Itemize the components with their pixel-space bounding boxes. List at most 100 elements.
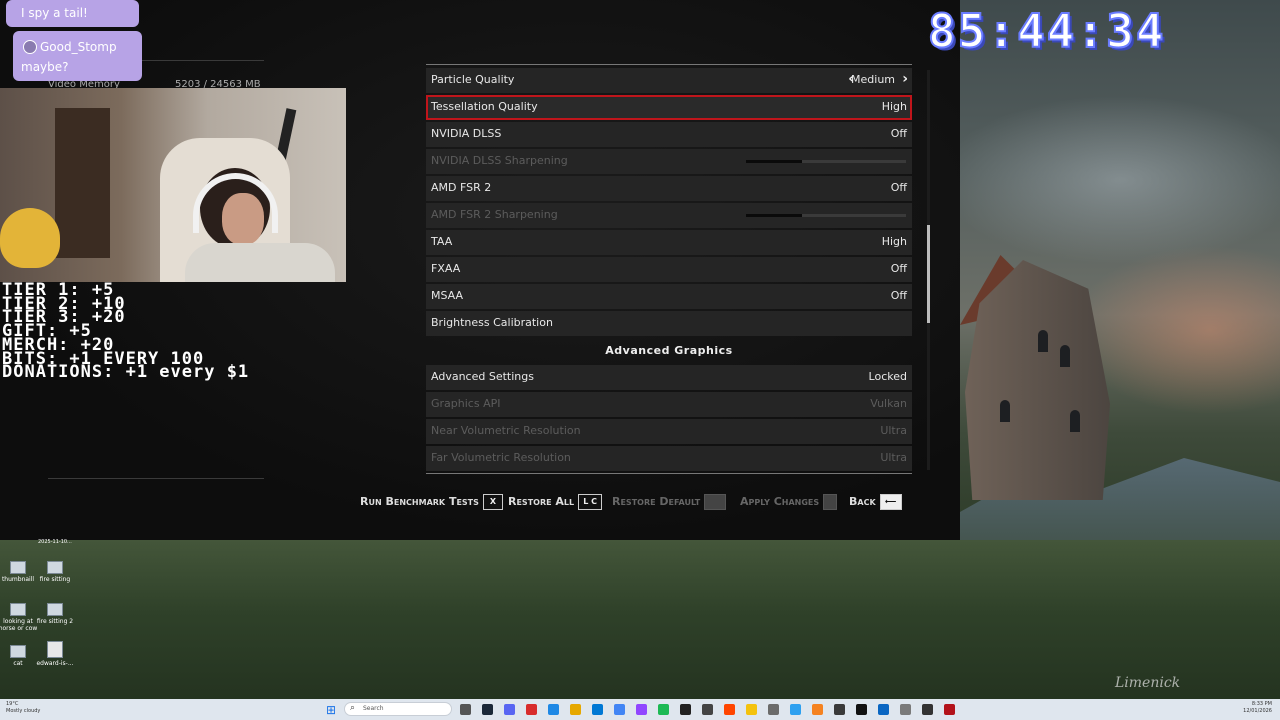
setting-row-advanced-settings[interactable]: Advanced Settings Locked (426, 365, 912, 390)
house-window (1070, 410, 1080, 432)
subathon-timer: 85:44:34 (927, 3, 1166, 59)
setting-row-taa[interactable]: TAA High (426, 230, 912, 255)
key-hint-lc: L C (578, 494, 603, 510)
setting-row-particle-quality[interactable]: Particle Quality ‹ Medium › (426, 68, 912, 93)
weather-temp: 19°C (6, 701, 19, 707)
setting-label: Tessellation Quality (431, 100, 538, 113)
run-benchmark-button[interactable]: Run Benchmark Tests X (360, 494, 503, 510)
setting-row-fsr-sharpening[interactable]: AMD FSR 2 Sharpening (426, 203, 912, 228)
system-clock[interactable]: 8:33 PM 12/01/2026 (1243, 701, 1272, 715)
spotify-icon[interactable] (658, 704, 669, 715)
slider-fill (746, 160, 802, 163)
run-benchmark-label: Run Benchmark Tests (360, 495, 479, 508)
app-icon[interactable] (526, 704, 537, 715)
desktop-icon-label: cat (13, 660, 23, 667)
sub-goal-donations: DONATIONS: +1 every $1 (2, 362, 250, 383)
apply-changes-button[interactable]: Apply Changes (740, 494, 838, 510)
app-icon[interactable] (724, 704, 735, 715)
taskbar-search[interactable]: ⌕ Search (344, 702, 452, 716)
back-button[interactable]: Back ⟵ (849, 494, 902, 510)
app-icon[interactable] (878, 704, 889, 715)
key-hint-x: X (482, 494, 503, 510)
chat-text: maybe? (21, 60, 69, 74)
setting-label: Brightness Calibration (431, 316, 553, 329)
chat-message: I spy a tail! (6, 0, 139, 27)
task-view-icon[interactable] (460, 704, 471, 715)
weather-widget[interactable]: 19°C Mostly cloudy (6, 701, 40, 715)
menu-bottom-divider (426, 473, 912, 474)
desktop-icon[interactable]: fire sitting 2 (32, 603, 78, 625)
store-icon[interactable] (592, 704, 603, 715)
streamer-body (185, 243, 335, 282)
steam-icon[interactable] (482, 704, 493, 715)
obs-icon[interactable] (702, 704, 713, 715)
wallpaper-garden (0, 540, 1280, 700)
sharpening-slider[interactable] (746, 214, 906, 217)
desktop-icon-label: fire sitting (39, 576, 71, 583)
setting-label: TAA (431, 235, 453, 248)
menu-top-divider (426, 64, 912, 65)
desktop-icon-label: edward-is-... (36, 660, 74, 667)
setting-row-far-volumetric-resolution[interactable]: Far Volumetric Resolution Ultra (426, 446, 912, 471)
setting-label: Graphics API (431, 397, 501, 410)
folder-icon[interactable] (570, 704, 581, 715)
app-icon[interactable] (812, 704, 823, 715)
setting-value: Ultra (880, 451, 907, 464)
webcam-feed (0, 88, 346, 282)
app-icon[interactable] (834, 704, 845, 715)
divider (48, 478, 264, 479)
setting-row-near-volumetric-resolution[interactable]: Near Volumetric Resolution Ultra (426, 419, 912, 444)
chevron-right-icon[interactable]: › (902, 71, 908, 87)
setting-value: Off (890, 181, 907, 194)
chat-message: Good_Stomp maybe? (13, 31, 142, 81)
discord-icon[interactable] (504, 704, 515, 715)
setting-value: Locked (868, 370, 907, 383)
app-icon[interactable] (856, 704, 867, 715)
chrome-icon[interactable] (614, 704, 625, 715)
setting-label: AMD FSR 2 Sharpening (431, 208, 558, 221)
rdr2-icon[interactable] (944, 704, 955, 715)
avatar (23, 40, 37, 54)
clock-date: 12/01/2026 (1243, 708, 1272, 714)
desktop-icon[interactable]: edward-is-... (32, 641, 78, 667)
house-window (1060, 345, 1070, 367)
setting-row-graphics-api[interactable]: Graphics API Vulkan (426, 392, 912, 417)
setting-row-nvidia-dlss[interactable]: NVIDIA DLSS Off (426, 122, 912, 147)
back-label: Back (849, 495, 876, 508)
setting-value: Vulkan (870, 397, 907, 410)
image-file-icon (10, 645, 26, 658)
setting-label: Near Volumetric Resolution (431, 424, 581, 437)
setting-row-tessellation-quality[interactable]: Tessellation Quality High (426, 95, 912, 120)
setting-row-dlss-sharpening[interactable]: NVIDIA DLSS Sharpening (426, 149, 912, 174)
windows-start-icon[interactable]: ⊞ (326, 703, 336, 717)
setting-label: Particle Quality (431, 73, 515, 86)
slider-fill (746, 214, 802, 217)
setting-value: High (881, 235, 907, 248)
setting-row-brightness-calibration[interactable]: Brightness Calibration (426, 311, 912, 336)
tiktok-icon[interactable] (680, 704, 691, 715)
scrollbar-thumb[interactable] (927, 225, 930, 323)
twitch-icon[interactable] (636, 704, 647, 715)
app-icon[interactable] (746, 704, 757, 715)
app-icon[interactable] (790, 704, 801, 715)
app-icon[interactable] (922, 704, 933, 715)
restore-all-label: Restore All (508, 495, 575, 508)
setting-row-fxaa[interactable]: FXAA Off (426, 257, 912, 282)
image-file-icon (10, 561, 26, 574)
sharpening-slider[interactable] (746, 160, 906, 163)
taskbar: 19°C Mostly cloudy ⊞ ⌕ Search 8:33 PM 12… (0, 699, 1280, 720)
restore-default-button[interactable]: Restore Default (612, 494, 727, 510)
chat-username: Good_Stomp (40, 40, 117, 54)
edge-icon[interactable] (548, 704, 559, 715)
setting-label: MSAA (431, 289, 464, 302)
restore-all-button[interactable]: Restore All L C (508, 494, 603, 510)
setting-value: High (881, 100, 907, 113)
desktop-icon[interactable]: fire sitting (32, 561, 78, 583)
app-icon[interactable] (768, 704, 779, 715)
desktop-icon-label: thumbnaill (1, 576, 35, 583)
setting-row-amd-fsr-2[interactable]: AMD FSR 2 Off (426, 176, 912, 201)
setting-row-msaa[interactable]: MSAA Off (426, 284, 912, 309)
app-icon[interactable] (900, 704, 911, 715)
wallpaper-signature: Limenick (1115, 675, 1181, 691)
setting-value: Medium (851, 73, 895, 86)
